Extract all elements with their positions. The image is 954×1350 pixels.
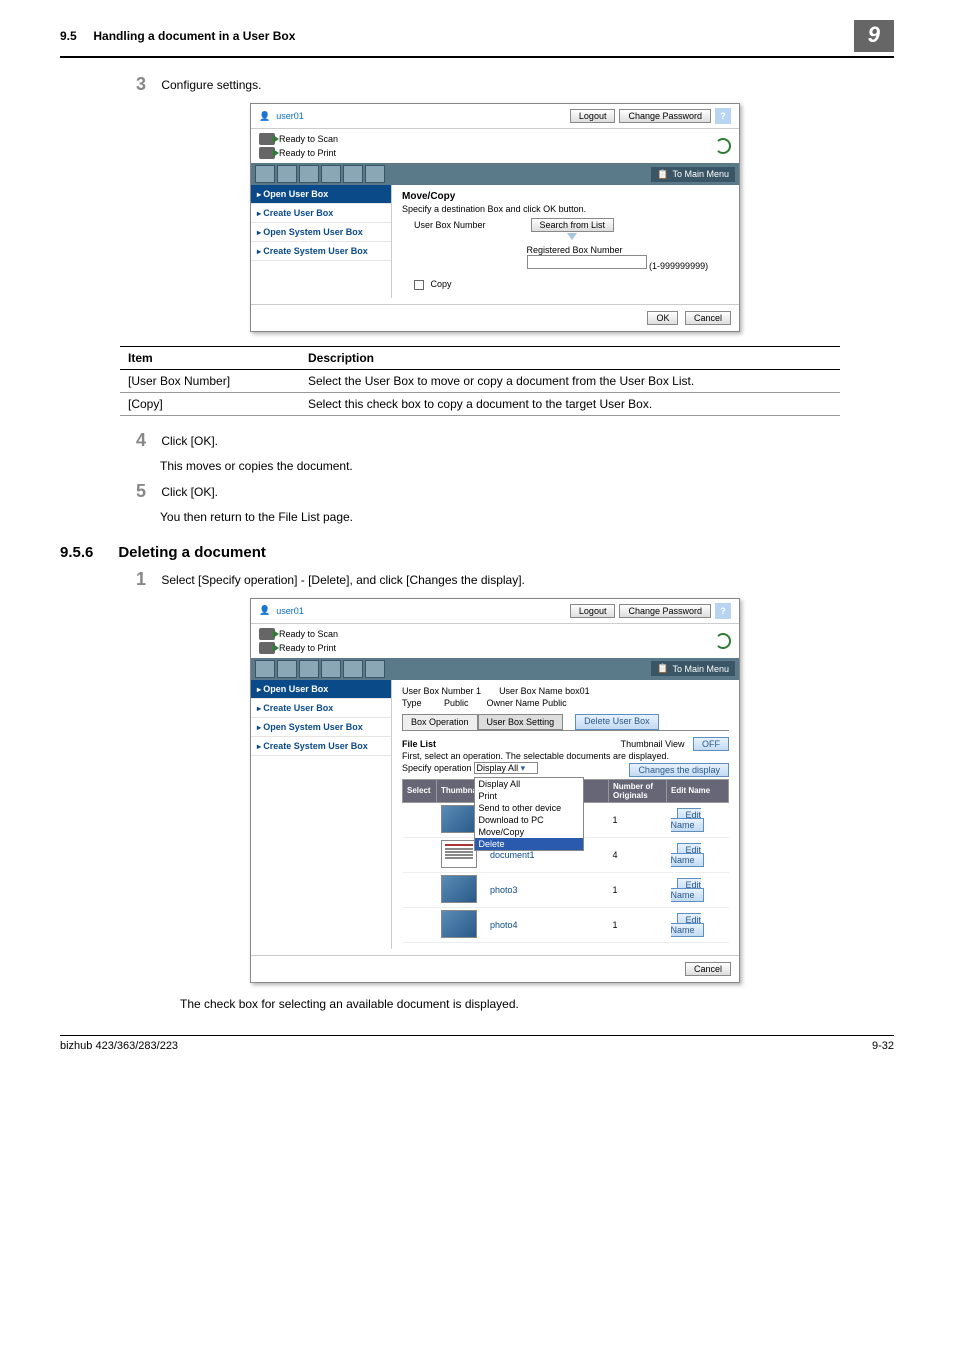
specify-operation-select[interactable]: Display All ▾ [474,762,539,774]
toolbar-icon[interactable] [321,165,341,183]
help-icon[interactable]: ? [715,603,731,619]
edit-name-button[interactable]: Edit Name [671,913,704,937]
toolbar-icon[interactable] [365,165,385,183]
toolbar-icon[interactable] [255,165,275,183]
nav-open-system-user-box[interactable]: Open System User Box [251,223,391,242]
nav-create-user-box[interactable]: Create User Box [251,204,391,223]
model-label: bizhub 423/363/283/223 [60,1040,178,1052]
section-num: 9.5 [60,29,77,43]
page-number: 9-32 [872,1040,894,1052]
copy-label: Copy [431,279,452,289]
help-icon[interactable]: ? [715,108,731,124]
step-1: 1 Select [Specify operation] - [Delete],… [120,569,894,590]
print-icon [259,642,275,654]
change-password-button[interactable]: Change Password [619,604,711,618]
scan-icon [259,133,275,145]
file-list-title: File List [402,739,436,749]
logout-button[interactable]: Logout [570,109,616,123]
nav-open-user-box[interactable]: Open User Box [251,185,391,204]
tab-user-box-setting[interactable]: User Box Setting [478,714,564,730]
thumbnail-off-button[interactable]: OFF [693,737,729,751]
cancel-button[interactable]: Cancel [685,311,731,325]
user-icon: 👤 [259,605,270,616]
edit-name-button[interactable]: Edit Name [671,878,704,902]
table-row: photo41Edit Name [403,907,729,942]
step-5-sub: You then return to the File List page. [160,510,894,524]
item-description-table: ItemDescription [User Box Number]Select … [120,346,840,416]
user-icon: 👤 [259,111,270,122]
nav-create-system-user-box[interactable]: Create System User Box [251,737,391,756]
to-main-menu-button[interactable]: 📋To Main Menu [651,661,735,676]
table-row: [Copy]Select this check box to copy a do… [120,392,840,415]
copy-checkbox[interactable] [414,280,424,290]
box-number-input[interactable] [527,255,647,269]
thumbnail [441,875,477,903]
screenshot-move-copy: 👤 user01 Logout Change Password ? Ready … [250,103,740,332]
user-label: user01 [276,111,304,121]
edit-name-button[interactable]: Edit Name [671,843,704,867]
dropdown-options: Display All Print Send to other device D… [474,777,584,851]
nav-sidebar: Open User Box Create User Box Open Syste… [251,680,391,949]
nav-create-user-box[interactable]: Create User Box [251,699,391,718]
registered-box-label: Registered Box Number [527,245,623,255]
thumbnail [441,910,477,938]
toolbar-icon[interactable] [255,660,275,678]
range-label: (1-999999999) [649,261,708,271]
step-5: 5 Click [OK]. [120,481,894,502]
step-4-sub: This moves or copies the document. [160,459,894,473]
subsection-956: 9.5.6 Deleting a document [60,544,894,561]
tab-box-operation[interactable]: Box Operation [402,714,478,730]
page-footer: bizhub 423/363/283/223 9-32 [60,1035,894,1052]
refresh-icon[interactable] [715,633,731,649]
user-box-number-label: User Box Number [414,220,524,230]
ok-button[interactable]: OK [647,311,678,325]
search-from-list-button[interactable]: Search from List [531,218,615,232]
toolbar-icon[interactable] [277,165,297,183]
panel-title: Move/Copy [402,191,729,202]
page-header: 9.5 Handling a document in a User Box 9 [60,20,894,58]
section-title: Handling a document in a User Box [93,29,295,43]
toolbar-icon[interactable] [343,660,363,678]
thumbnail [441,840,477,868]
table-row: [User Box Number]Select the User Box to … [120,369,840,392]
scan-icon [259,628,275,640]
edit-name-button[interactable]: Edit Name [671,808,704,832]
chevron-down-icon [567,233,577,240]
panel-subtitle: Specify a destination Box and click OK b… [402,204,729,214]
step-4: 4 Click [OK]. [120,430,894,451]
first-select-text: First, select an operation. The selectab… [402,751,729,761]
logout-button[interactable]: Logout [570,604,616,618]
nav-open-system-user-box[interactable]: Open System User Box [251,718,391,737]
user-label: user01 [276,606,304,616]
toolbar-icon[interactable] [299,165,319,183]
changes-display-button[interactable]: Changes the display [629,763,729,777]
table-row: photo31Edit Name [403,872,729,907]
delete-user-box-button[interactable]: Delete User Box [575,714,659,730]
toolbar-icon[interactable] [277,660,297,678]
toolbar-icon[interactable] [343,165,363,183]
print-icon [259,147,275,159]
toolbar-icon[interactable] [365,660,385,678]
screenshot-file-list: 👤 user01 Logout Change Password ? Ready … [250,598,740,983]
nav-create-system-user-box[interactable]: Create System User Box [251,242,391,261]
after-shot2-text: The check box for selecting an available… [180,997,894,1011]
cancel-button[interactable]: Cancel [685,962,731,976]
refresh-icon[interactable] [715,138,731,154]
step-3: 3 Configure settings. [120,74,894,95]
change-password-button[interactable]: Change Password [619,109,711,123]
toolbar-icon[interactable] [299,660,319,678]
to-main-menu-button[interactable]: 📋To Main Menu [651,167,735,182]
chapter-number: 9 [854,20,894,52]
thumbnail [441,805,477,833]
nav-open-user-box[interactable]: Open User Box [251,680,391,699]
toolbar-icon[interactable] [321,660,341,678]
nav-sidebar: Open User Box Create User Box Open Syste… [251,185,391,298]
